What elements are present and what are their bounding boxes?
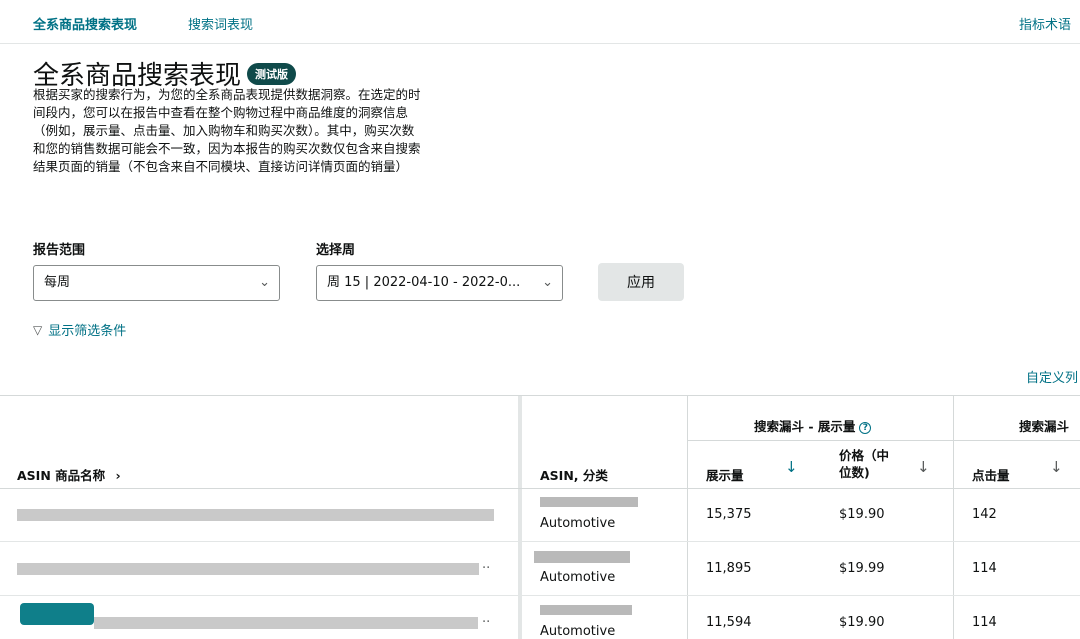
- redacted-product-name: [17, 563, 479, 575]
- clicks-value: 142: [972, 507, 997, 522]
- help-icon[interactable]: ?: [859, 422, 872, 434]
- table-row[interactable]: .. Automotive 11,594 $19.90 114: [0, 597, 1080, 639]
- show-filters-label: 显示筛选条件: [48, 324, 127, 339]
- table-row[interactable]: .. Automotive 11,895 $19.99 114: [0, 543, 1080, 596]
- report-range-select[interactable]: 每周 ⌄: [33, 265, 280, 301]
- customize-columns-link[interactable]: 自定义列: [1026, 367, 1078, 386]
- clicks-value: 114: [972, 561, 997, 576]
- glossary-link[interactable]: 指标术语: [1019, 14, 1071, 33]
- apply-button[interactable]: 应用: [598, 263, 684, 301]
- impressions-value: 11,895: [706, 561, 752, 576]
- redacted-product-name: [17, 509, 494, 521]
- price-column-header[interactable]: 价格（中 位数): [839, 447, 889, 481]
- impressions-group-label: 搜索漏斗 - 展示量: [754, 419, 856, 434]
- redacted-asin: [540, 605, 632, 615]
- price-value: $19.99: [839, 561, 885, 576]
- clicks-column-header[interactable]: 点击量: [972, 465, 1010, 484]
- filter-icon: ▽: [33, 322, 43, 337]
- truncation-ellipsis: ..: [482, 611, 491, 626]
- redacted-asin: [540, 497, 638, 507]
- category-value: Automotive: [540, 624, 616, 639]
- price-header-line2: 位数): [839, 465, 870, 480]
- category-value: Automotive: [540, 516, 616, 531]
- sort-down-icon[interactable]: ↓: [785, 458, 798, 476]
- beta-badge: 测试版: [247, 62, 297, 85]
- price-header-line1: 价格（中: [839, 448, 890, 463]
- report-range-value: 每周: [44, 275, 71, 290]
- top-navigation: 全系商品搜索表现 搜索词表现 指标术语: [0, 0, 1080, 44]
- name-column-label: ASIN 商品名称: [17, 468, 106, 483]
- asin-column-header: ASIN, 分类: [540, 468, 608, 483]
- week-value: 周 15 | 2022-04-10 - 2022-0...: [327, 275, 521, 290]
- table-row[interactable]: Automotive 15,375 $19.90 142: [0, 489, 1080, 542]
- chevron-down-icon: ⌄: [259, 275, 270, 290]
- category-value: Automotive: [540, 570, 616, 585]
- chevron-right-icon: ›: [115, 468, 121, 483]
- impressions-group-header: 搜索漏斗 - 展示量?: [754, 396, 872, 440]
- select-week-label: 选择周: [316, 243, 356, 258]
- impressions-value: 15,375: [706, 507, 752, 522]
- header-divider: [688, 440, 1080, 441]
- redacted-product-name: [94, 617, 478, 629]
- price-value: $19.90: [839, 507, 885, 522]
- chevron-down-icon: ⌄: [542, 275, 553, 290]
- product-tag: [20, 603, 94, 625]
- results-table: 搜索漏斗 - 展示量? 搜索漏斗 ASIN 商品名称 › ASIN, 分类 展示…: [0, 395, 1080, 639]
- redacted-asin: [534, 551, 630, 563]
- week-select[interactable]: 周 15 | 2022-04-10 - 2022-0... ⌄: [316, 265, 563, 301]
- clicks-value: 114: [972, 615, 997, 630]
- name-column-header[interactable]: ASIN 商品名称 ›: [17, 465, 121, 484]
- clicks-group-header: 搜索漏斗: [1019, 419, 1070, 434]
- impressions-column-header[interactable]: 展示量: [706, 465, 744, 484]
- tab-search-term-performance[interactable]: 搜索词表现: [188, 14, 253, 33]
- sort-down-icon[interactable]: ↓: [1050, 458, 1063, 476]
- page-description: 根据买家的搜索行为，为您的全系商品表现提供数据洞察。在选定的时间段内，您可以在报…: [33, 87, 421, 174]
- sort-down-icon[interactable]: ↓: [917, 458, 930, 476]
- impressions-value: 11,594: [706, 615, 752, 630]
- tab-all-product-search[interactable]: 全系商品搜索表现: [33, 14, 137, 33]
- report-range-label: 报告范围: [33, 243, 86, 258]
- show-filters-link[interactable]: ▽ 显示筛选条件: [33, 320, 127, 340]
- truncation-ellipsis: ..: [482, 557, 491, 572]
- price-value: $19.90: [839, 615, 885, 630]
